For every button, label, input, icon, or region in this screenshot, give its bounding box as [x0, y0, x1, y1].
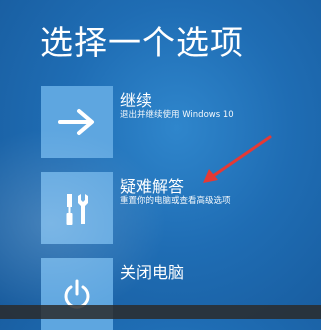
taskbar: [0, 305, 321, 319]
annotation-arrow: [203, 135, 272, 183]
